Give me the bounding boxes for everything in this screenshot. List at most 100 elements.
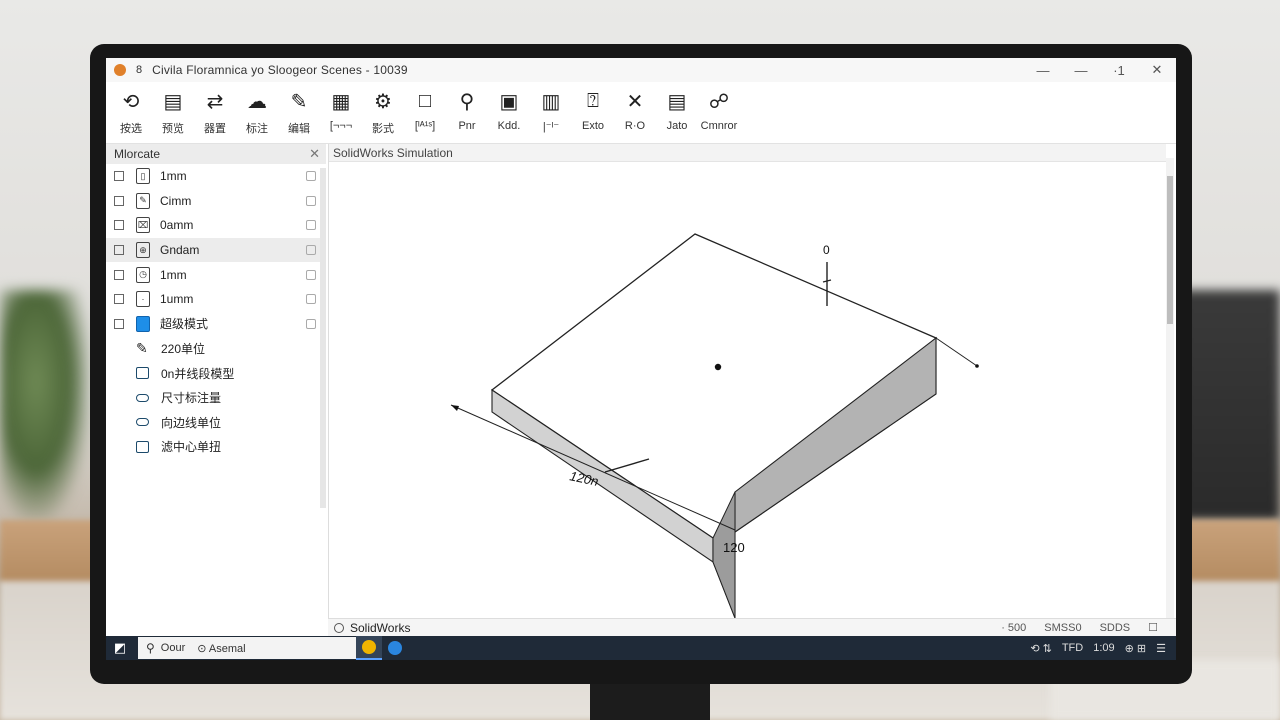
restore-button[interactable]: — [1062,63,1100,78]
minimize-button[interactable]: — [1024,63,1062,78]
tray-item[interactable]: TFD [1062,642,1083,654]
feature-item[interactable]: ⌧ 0amm [106,213,326,238]
close-icon[interactable]: ✕ [309,146,320,162]
feature-checkbox[interactable] [114,195,124,206]
feature-icon: ◷ [136,266,150,283]
origin-point[interactable] [714,363,722,371]
slot-icon [136,418,149,427]
sketch-icon: ⟲ [122,90,140,113]
toolbar-button-11[interactable]: ⍰ Exto [574,82,612,143]
plate-top-face[interactable] [490,233,938,539]
feature-checkbox[interactable] [114,318,124,329]
pin-icon: ⚲ [459,90,475,113]
taskbar-app-browser[interactable] [382,636,408,660]
toolbar-button-label: 预览 [162,123,184,135]
feature-item[interactable]: ✎ Cimm [106,189,326,214]
close-button[interactable]: ✕ [1138,62,1176,78]
top-dimension-label[interactable]: 0 [823,243,830,257]
toolbar-button-5[interactable]: ▦ [¬¬¬ [322,82,360,143]
status-title: SolidWorks [350,620,411,635]
feature-status-icon [306,318,316,329]
frame-icon: ▥ [541,90,561,113]
feature-checkbox[interactable] [114,171,124,182]
toolbar-button-label: Jato [666,120,688,132]
start-button[interactable]: ◩ [106,636,134,660]
feature-checkbox[interactable] [114,269,124,280]
taskbar-app-explorer[interactable] [356,636,382,660]
toolbar-button-12[interactable]: ✕ R·O [616,82,654,143]
tray-item[interactable]: ⊕ ⊞ [1125,642,1147,655]
status-standard[interactable]: SDDS [1100,622,1131,634]
tray-item[interactable]: 1:09 [1093,642,1114,654]
edit-icon: ✎ [290,90,308,113]
feature-sub-item[interactable]: 滤中心单扭 [106,435,326,460]
extra-window-button[interactable]: ·1 [1100,63,1138,78]
right-extension-line [935,337,978,367]
rectangle-icon [136,440,149,453]
mode-icon: ⚙ [374,90,392,113]
feature-checkbox[interactable] [114,294,124,305]
front-dimension-arrow [451,405,459,411]
toolbar-button-10[interactable]: ▥ |⁻ᴵ⁻ [532,82,570,143]
model-view[interactable]: 0 120n 120 [329,162,1167,618]
toolbar-button-label: 按选 [120,123,142,135]
feature-sub-label: 220单位 [161,341,206,356]
search-app-label: ⊙ Asemal [197,642,246,655]
feature-status-icon [306,294,316,305]
feature-sub-label: 向边线单位 [161,415,222,430]
toolbar-button-0[interactable]: ⟲ 按选 [112,82,150,143]
toolbar-button-label: [ᴵᴬ¹ˢ] [414,120,436,132]
graphics-viewport[interactable]: SolidWorks Simulation 0 120n 120 [328,144,1166,618]
toolbar-button-9[interactable]: ▣ Kdd. [490,82,528,143]
toolbar-button-14[interactable]: ☍ Cmnror [700,82,738,143]
pen-icon: ✎ [136,339,148,356]
status-options-icon[interactable]: ☐ [1148,621,1158,634]
feature-checkbox[interactable] [114,220,124,231]
box-icon: □ [418,89,432,112]
feature-manager-title: Mlorcate [114,147,161,161]
status-units[interactable]: SMSS0 [1044,622,1081,634]
feature-item[interactable]: ▯ 1mm [106,164,326,189]
feature-label: 超级模式 [160,317,209,332]
toolbar-button-3[interactable]: ☁ 标注 [238,82,276,143]
feature-sub-item[interactable]: 尺寸标注量 [106,385,326,410]
feature-sub-item[interactable]: 向边线单位 [106,410,326,435]
feature-checkbox[interactable] [114,245,124,256]
toolbar-button-6[interactable]: ⚙ 影式 [364,82,402,143]
feature-tree-scrollbar[interactable] [320,168,326,508]
toolbar-button-8[interactable]: ⚲ Pnr [448,82,486,143]
feature-status-icon [306,220,316,231]
viewport-scrollbar-thumb[interactable] [1167,176,1173,324]
toolbar-button-label: 标注 [246,123,268,135]
system-tray: ⟲ ⇅ TFD 1:09 ⊕ ⊞ ☰ [1020,642,1166,655]
tray-item[interactable]: ⟲ ⇅ [1030,642,1052,655]
taskbar-search[interactable]: ⚲ Oour ⊙ Asemal [138,637,356,659]
feature-item[interactable]: · 1umm [106,287,326,312]
toolbar-button-label: Pnr [458,120,476,132]
title-bar: 8 Civila Floramnica yo Sloogeor Scenes -… [106,58,1176,82]
feature-item[interactable]: 超级模式 [106,312,326,337]
toolbar-button-1[interactable]: ▤ 预览 [154,82,192,143]
feature-sub-item[interactable]: 0n并线段模型 [106,361,326,386]
extrude-icon: ⍰ [587,89,599,112]
toolbar-button-13[interactable]: ▤ Jato [658,82,696,143]
cross-icon: ✕ [626,90,644,113]
feature-sub-label: 滤中心单扭 [161,440,222,455]
tray-item[interactable]: ☰ [1156,642,1166,655]
toolbar-button-4[interactable]: ✎ 编辑 [280,82,318,143]
taskbar: ◩ ⚲ Oour ⊙ Asemal ⟲ ⇅ TFD 1:09 ⊕ ⊞ ☰ [106,636,1176,660]
toolbar-button-2[interactable]: ⇄ 器置 [196,82,234,143]
bottom-dimension-label[interactable]: 120 [723,540,745,555]
toolbar-button-label: Kdd. [497,120,521,132]
feature-manager-header: Mlorcate ✕ [106,144,326,164]
feature-item[interactable]: ◷ 1mm [106,262,326,287]
toolbar-button-label: Cmnror [700,120,738,132]
feature-status-icon [306,269,316,280]
pin-icon[interactable]: 8 [136,64,142,76]
window-title: Civila Floramnica yo Sloogeor Scenes - 1… [152,63,408,77]
toolbar-button-7[interactable]: □ [ᴵᴬ¹ˢ] [406,82,444,143]
feature-icon: ⌧ [136,217,150,234]
feature-icon: ▯ [136,168,150,185]
feature-sub-item[interactable]: ✎ 220单位 [106,336,326,361]
feature-item[interactable]: ⊕ Gndam [106,237,326,263]
